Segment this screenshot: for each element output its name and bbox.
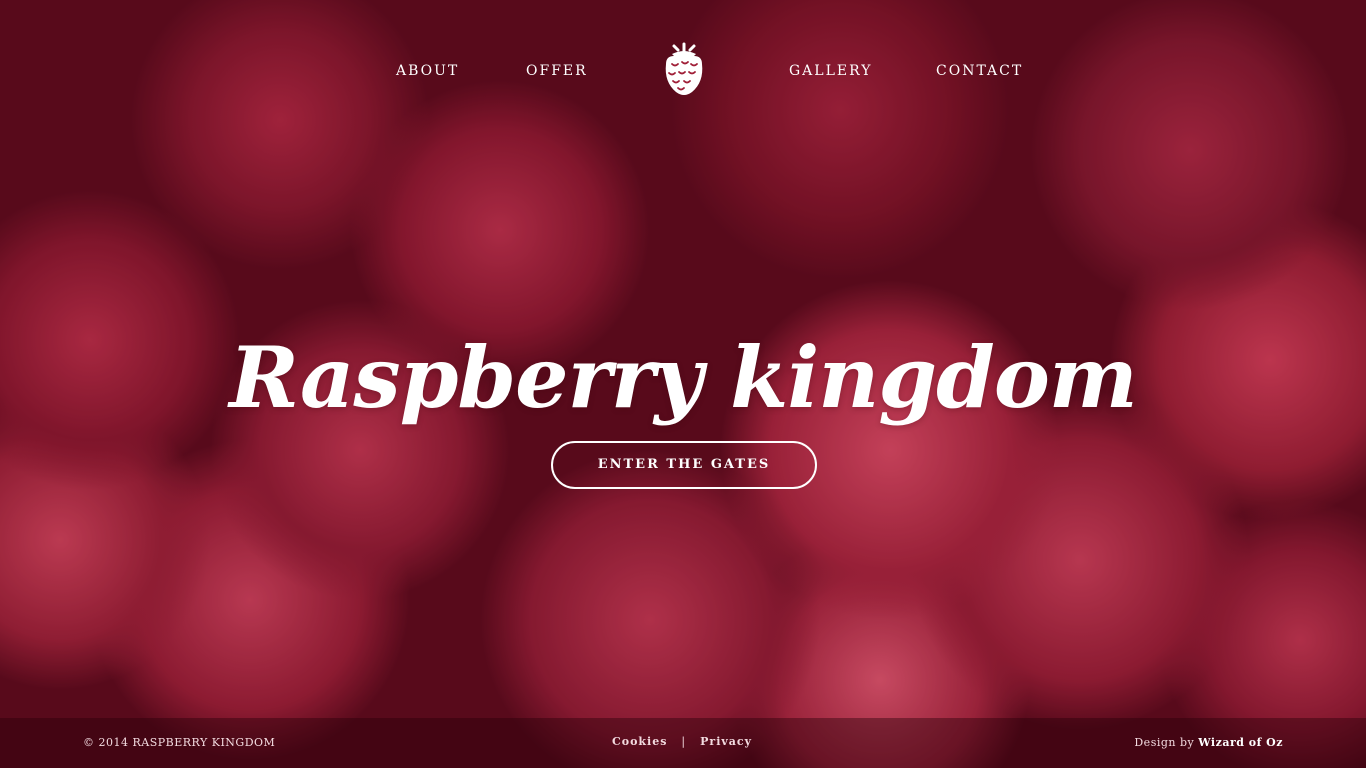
footer: © 2014 RASPBERRY KINGDOM Cookies | Privacy… — [0, 718, 1366, 768]
page-title: Raspberry kingdom — [229, 328, 1138, 428]
raspberry-icon[interactable] — [660, 42, 708, 100]
enter-the-gates-button[interactable]: ENTER THE GATES — [551, 441, 817, 489]
cookies-link[interactable]: Cookies — [612, 735, 667, 748]
privacy-link[interactable]: Privacy — [700, 735, 752, 748]
copyright-text: © 2014 RASPBERRY KINGDOM — [83, 736, 276, 749]
credit-author-link[interactable]: Wizard of Oz — [1198, 736, 1283, 749]
footer-links: Cookies | Privacy — [612, 735, 752, 748]
nav-item-gallery[interactable]: GALLERY — [789, 62, 872, 80]
design-credit: Design by Wizard of Oz — [1134, 736, 1283, 749]
main-nav: ABOUT OFFER GALLERY CONTACT — [0, 0, 1366, 140]
nav-item-contact[interactable]: CONTACT — [936, 62, 1023, 80]
footer-separator: | — [681, 735, 687, 748]
credit-prefix: Design by — [1134, 736, 1195, 749]
nav-item-offer[interactable]: OFFER — [526, 62, 588, 80]
nav-item-about[interactable]: ABOUT — [396, 62, 459, 80]
hero-background: ABOUT OFFER GALLERY CONTACT Raspberry ki… — [0, 0, 1366, 768]
